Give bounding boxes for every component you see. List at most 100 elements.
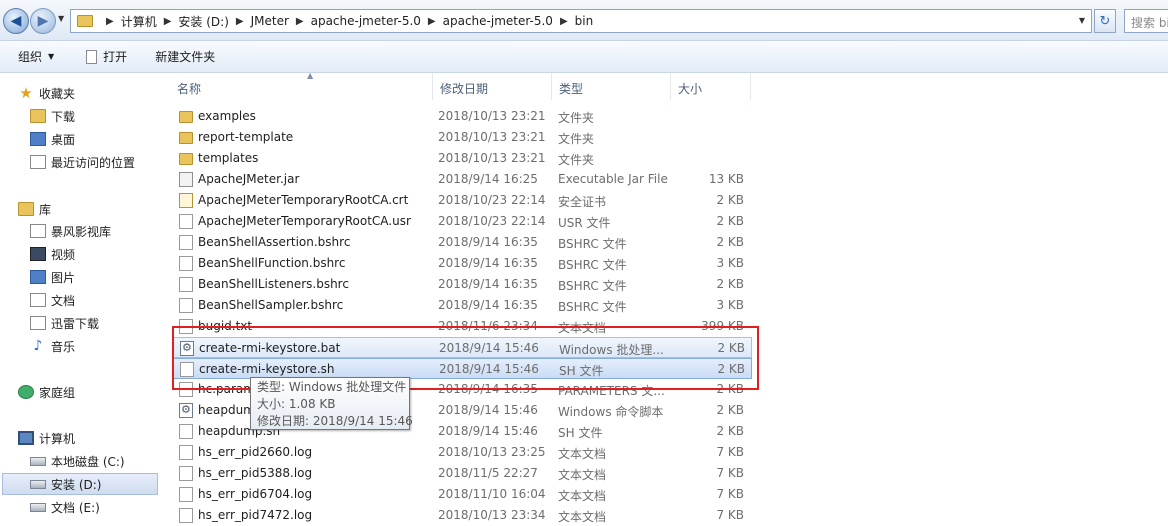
file-row[interactable]: BeanShellFunction.bshrc 2018/9/14 16:35 BS… [172, 253, 752, 274]
file-row[interactable]: hs_err_pid5388.log 2018/11/5 22:27 文本文档 7 K… [172, 463, 752, 484]
nav-drive-c[interactable]: 本地磁盘 (C:) [30, 450, 158, 472]
file-date: 2018/11/6 23:34 [438, 319, 538, 333]
nav-label: 桌面 [51, 132, 76, 147]
desktop-icon [30, 132, 46, 146]
breadcrumb-item[interactable]: JMeter [251, 14, 289, 28]
file-name: BeanShellAssertion.bshrc [198, 235, 351, 249]
file-type: PARAMETERS 文... [558, 384, 665, 398]
nav-label: 图片 [51, 270, 76, 285]
file-row[interactable]: examples 2018/10/13 23:21 文件夹 [172, 106, 752, 127]
file-type: BSHRC 文件 [558, 300, 627, 314]
file-row[interactable]: report-template 2018/10/13 23:21 文件夹 [172, 127, 752, 148]
file-date: 2018/9/14 16:35 [438, 256, 538, 270]
file-row[interactable]: hs_err_pid6704.log 2018/11/10 16:04 文本文档 7 … [172, 484, 752, 505]
refresh-button[interactable]: ↻ [1094, 9, 1116, 33]
recent-pages-dropdown[interactable]: ▼ [58, 14, 64, 23]
file-name: templates [198, 151, 259, 165]
nav-label: 暴风影视库 [51, 224, 112, 239]
nav-desktop[interactable]: 桌面 [30, 128, 158, 150]
breadcrumb-item[interactable]: apache-jmeter-5.0 [443, 14, 553, 28]
column-header-type[interactable]: 类型 [552, 73, 671, 100]
file-row[interactable]: hs_err_pid7472.log 2018/10/13 23:34 文本文档 7 … [172, 505, 752, 526]
nav-computer[interactable]: 计算机 [18, 427, 158, 449]
file-row[interactable]: BeanShellSampler.bshrc 2018/9/14 16:35 BSH… [172, 295, 752, 316]
file-name: hs_err_pid6704.log [198, 487, 313, 501]
file-name: hs_err_pid2660.log [198, 445, 313, 459]
nav-xunlei-downloads[interactable]: 迅雷下载 [30, 312, 158, 334]
chevron-right-icon[interactable]: ▶ [164, 16, 172, 27]
column-header-name[interactable]: ▲ 名称 [170, 71, 433, 100]
search-input[interactable]: 搜索 bin [1124, 9, 1168, 33]
file-name: ApacheJMeterTemporaryRootCA.usr [198, 214, 411, 228]
breadcrumb-item[interactable]: apache-jmeter-5.0 [311, 14, 421, 28]
file-row[interactable]: create-rmi-keystore.sh 2018/9/14 15:46 SH … [172, 358, 752, 379]
breadcrumb-item[interactable]: bin [575, 14, 594, 28]
nav-drive-d[interactable]: 安装 (D:) [2, 473, 158, 495]
nav-libraries[interactable]: 库 [18, 198, 158, 220]
text-file-icon [179, 508, 193, 523]
file-size: 13 KB [708, 172, 744, 186]
column-header-label: 类型 [559, 82, 584, 96]
chevron-down-icon: ▼ [48, 52, 55, 61]
chevron-right-icon[interactable]: ▶ [560, 16, 568, 27]
file-type: 文件夹 [558, 153, 595, 167]
library-folder-icon [30, 224, 46, 238]
file-row[interactable]: hs_err_pid2660.log 2018/10/13 23:25 文本文档 7 … [172, 442, 752, 463]
nav-label: 文档 (E:) [51, 500, 100, 515]
file-name: BeanShellSampler.bshrc [198, 298, 344, 312]
batch-file-icon [180, 341, 194, 356]
nav-label: 家庭组 [39, 385, 76, 400]
file-row[interactable]: BeanShellAssertion.bshrc 2018/9/14 16:35 B… [172, 232, 752, 253]
folder-icon [179, 153, 193, 165]
chevron-right-icon[interactable]: ▶ [428, 16, 436, 27]
nav-baofeng-library[interactable]: 暴风影视库 [30, 220, 158, 242]
file-name: examples [198, 109, 256, 123]
address-dropdown-icon[interactable]: ▼ [1079, 16, 1085, 25]
new-folder-button[interactable]: 新建文件夹 [155, 48, 215, 65]
file-date: 2018/9/14 15:46 [438, 424, 538, 438]
folder-icon [77, 15, 93, 27]
file-row[interactable]: ApacheJMeterTemporaryRootCA.crt 2018/10/2… [172, 190, 752, 211]
file-row[interactable]: templates 2018/10/13 23:21 文件夹 [172, 148, 752, 169]
organize-label: 组织 [18, 50, 43, 64]
nav-recent-places[interactable]: 最近访问的位置 [30, 151, 158, 173]
back-button[interactable]: ◀ [3, 8, 29, 34]
nav-homegroup[interactable]: 家庭组 [18, 381, 158, 403]
file-type: Executable Jar File [558, 172, 668, 186]
chevron-right-icon[interactable]: ▶ [106, 16, 114, 27]
open-button[interactable]: 打开 [86, 48, 127, 65]
nav-downloads[interactable]: 下载 [30, 105, 158, 127]
file-row[interactable]: BeanShellListeners.bshrc 2018/9/14 16:35 B… [172, 274, 752, 295]
breadcrumb-item[interactable]: 计算机 [121, 13, 157, 30]
file-type: Windows 批处理... [559, 343, 664, 357]
nav-pictures[interactable]: 图片 [30, 266, 158, 288]
forward-button[interactable]: ▶ [30, 8, 56, 34]
file-size: 2 KB [716, 424, 744, 438]
file-date: 2018/9/14 16:35 [438, 382, 538, 396]
breadcrumb-item[interactable]: 安装 (D:) [178, 13, 228, 30]
arrow-right-icon: ▶ [37, 13, 49, 29]
file-row[interactable]: ApacheJMeterTemporaryRootCA.usr 2018/10/2… [172, 211, 752, 232]
nav-documents[interactable]: 文档 [30, 289, 158, 311]
file-date: 2018/9/14 15:46 [438, 403, 538, 417]
nav-label: 库 [39, 202, 52, 217]
chevron-right-icon[interactable]: ▶ [296, 16, 304, 27]
organize-button[interactable]: 组织 ▼ [18, 48, 54, 65]
file-row[interactable]: ApacheJMeter.jar 2018/9/14 16:25 Executabl… [172, 169, 752, 190]
nav-videos[interactable]: 视频 [30, 243, 158, 265]
file-row[interactable]: create-rmi-keystore.bat 2018/9/14 15:46 Wi… [172, 337, 752, 358]
nav-music[interactable]: ♪ 音乐 [30, 335, 158, 357]
file-row[interactable]: bugid.txt 2018/11/6 23:34 文本文档 399 KB [172, 316, 752, 337]
breadcrumb[interactable]: ▶ 计算机 ▶ 安装 (D:) ▶ JMeter ▶ apache-jmeter… [70, 9, 1092, 33]
column-header-date[interactable]: 修改日期 [433, 73, 552, 100]
file-date: 2018/10/23 22:14 [438, 214, 546, 228]
column-header-size[interactable]: 大小 [671, 73, 751, 100]
file-size: 2 KB [717, 341, 745, 355]
file-size: 7 KB [716, 508, 744, 522]
nav-drive-e[interactable]: 文档 (E:) [30, 496, 158, 518]
tooltip-size: 大小: 1.08 KB [257, 397, 336, 411]
refresh-icon: ↻ [1099, 13, 1111, 29]
nav-favorites[interactable]: ★ 收藏夹 [18, 82, 158, 104]
library-icon [18, 202, 34, 216]
chevron-right-icon[interactable]: ▶ [236, 16, 244, 27]
